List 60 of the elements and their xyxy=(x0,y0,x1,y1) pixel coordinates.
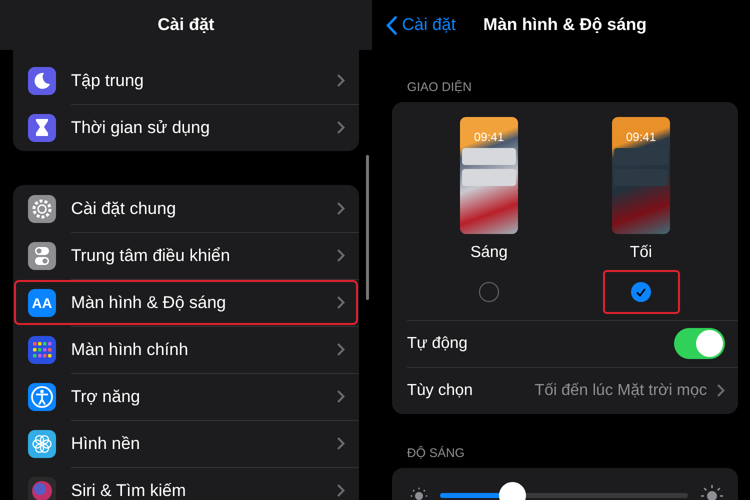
checkmark-icon xyxy=(636,288,646,296)
row-label: Trung tâm điều khiển xyxy=(71,246,232,266)
row-label: Tự động xyxy=(407,334,469,352)
chevron-icon xyxy=(337,437,345,450)
back-button[interactable]: Cài đặt xyxy=(386,15,456,35)
text-icon: AA xyxy=(28,288,56,316)
radio-button[interactable] xyxy=(479,282,499,302)
row-label: Màn hình & Độ sáng xyxy=(71,292,227,312)
row-label: Thời gian sử dụng xyxy=(71,118,211,138)
hourglass-icon xyxy=(28,114,56,142)
notification-card xyxy=(614,148,668,165)
grid-icon xyxy=(28,336,56,364)
chevron-icon xyxy=(337,296,345,309)
row-label: Màn hình chính xyxy=(71,340,190,360)
screen-title: Cài đặt xyxy=(158,15,214,35)
settings-row[interactable]: Siri & Tìm kiếm xyxy=(13,467,359,500)
chevron-icon xyxy=(717,384,725,397)
row-label: Siri & Tìm kiếm xyxy=(71,480,187,500)
accessibility-icon xyxy=(28,382,56,410)
chevron-icon xyxy=(337,74,345,87)
screen-title: Màn hình & Độ sáng xyxy=(483,15,647,35)
chevron-icon xyxy=(337,202,345,215)
radio-button[interactable] xyxy=(631,282,651,302)
settings-row[interactable]: Tập trung xyxy=(13,57,359,104)
chevron-icon xyxy=(337,390,345,403)
row-label: Tùy chọn xyxy=(407,382,474,400)
chevron-icon xyxy=(337,484,345,497)
settings-row[interactable]: Trợ năng xyxy=(13,373,359,420)
gear-icon xyxy=(28,194,56,222)
time-label: 09:41 xyxy=(474,130,504,144)
settings-row[interactable]: Tùy chọn Tối đến lúc Mặt trời mọc xyxy=(392,367,738,414)
chevron-icon xyxy=(337,121,345,134)
flower-icon xyxy=(28,430,56,458)
section-header: GIAO DIỆN xyxy=(406,79,473,96)
chevron-icon xyxy=(337,249,345,262)
row-label: Hình nền xyxy=(71,434,141,454)
notification-card xyxy=(462,148,516,165)
notification-card xyxy=(614,169,668,186)
settings-row[interactable]: Trung tâm điều khiển xyxy=(13,232,359,279)
moon-icon xyxy=(28,66,56,94)
back-chevron-icon xyxy=(386,16,397,34)
notification-card xyxy=(462,169,516,186)
row-label: Cài đặt chung xyxy=(71,198,177,218)
toggle-switch[interactable] xyxy=(674,328,725,359)
row-label: Tập trung xyxy=(71,70,145,90)
row-value: Tối đến lúc Mặt trời mọc xyxy=(534,382,707,400)
chevron-icon xyxy=(337,343,345,356)
settings-row[interactable]: Cài đặt chung xyxy=(13,185,359,232)
settings-row[interactable]: AA Màn hình & Độ sáng xyxy=(13,279,359,326)
settings-row[interactable]: Thời gian sử dụng xyxy=(13,104,359,151)
settings-row[interactable]: Màn hình chính xyxy=(13,326,359,373)
sun-icon xyxy=(410,486,428,500)
settings-row[interactable]: Hình nền xyxy=(13,420,359,467)
toggles-icon xyxy=(28,242,56,270)
option-label: Sáng xyxy=(470,244,508,262)
siri-icon xyxy=(28,476,56,500)
row-label: Trợ năng xyxy=(71,386,142,406)
option-label: Tối xyxy=(630,244,652,262)
section-header: ĐỘ SÁNG xyxy=(406,445,466,462)
time-label: 09:41 xyxy=(626,130,656,144)
